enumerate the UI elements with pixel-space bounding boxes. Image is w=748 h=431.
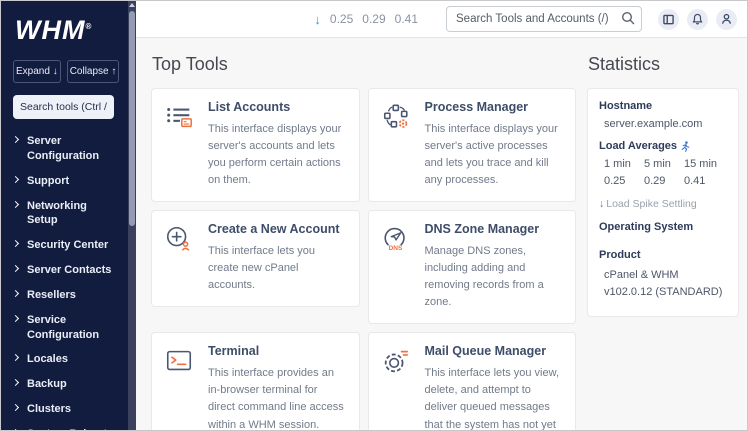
apps-button[interactable] xyxy=(658,9,679,30)
card-title: DNS Zone Manager xyxy=(425,222,564,236)
statistics-card: Hostname server.example.com Load Average… xyxy=(587,88,739,317)
arrow-up-icon: ↑ xyxy=(111,66,116,77)
sidebar-menu: Server Configuration Support Networking … xyxy=(13,129,114,430)
card-list-accounts[interactable]: List Accounts This interface displays yo… xyxy=(151,88,360,202)
apps-icon xyxy=(663,14,674,25)
sidebar-item-locales[interactable]: Locales xyxy=(13,347,114,372)
card-title: Process Manager xyxy=(425,100,564,114)
card-description: Manage DNS zones, including adding and r… xyxy=(425,243,564,311)
main-area: ↓ 0.25 0.29 0.41 xyxy=(136,1,747,430)
card-create-new-account[interactable]: Create a New Account This interface lets… xyxy=(151,210,360,307)
scrollbar-thumb[interactable] xyxy=(129,11,135,226)
load-spike-runner-icon xyxy=(681,141,690,152)
chevron-right-icon xyxy=(12,290,19,297)
card-title: Create a New Account xyxy=(208,222,347,236)
chevron-right-icon xyxy=(12,200,19,207)
card-title: List Accounts xyxy=(208,100,347,114)
svg-text:DNS: DNS xyxy=(388,245,402,252)
top-tools-section: Top Tools List Accounts This interface d… xyxy=(151,48,576,430)
list-accounts-icon xyxy=(164,100,197,189)
card-description: This interface displays your server's ac… xyxy=(425,121,564,189)
chevron-right-icon xyxy=(12,240,19,247)
collapse-button[interactable]: Collapse ↑ xyxy=(67,60,120,83)
sidebar-item-service-configuration[interactable]: Service Configuration xyxy=(13,308,114,348)
whm-logo: WHM® xyxy=(15,15,114,46)
card-title: Terminal xyxy=(208,344,347,358)
load-val-5min: 0.29 xyxy=(644,175,684,192)
notifications-button[interactable] xyxy=(687,9,708,30)
card-process-manager[interactable]: Process Manager This interface displays … xyxy=(368,88,577,202)
statistics-section: Statistics Hostname server.example.com L… xyxy=(587,48,739,317)
sidebar-item-clusters[interactable]: Clusters xyxy=(13,397,114,422)
card-description: This interface displays your server's ac… xyxy=(208,121,347,189)
global-search-input[interactable] xyxy=(446,6,642,32)
top-bar: ↓ 0.25 0.29 0.41 xyxy=(136,1,747,38)
sidebar-item-backup[interactable]: Backup xyxy=(13,372,114,397)
chevron-right-icon xyxy=(12,429,19,430)
load-averages-table: 1 min 5 min 15 min 0.25 0.29 0.41 xyxy=(604,158,727,192)
chevron-right-icon xyxy=(12,176,19,183)
page-content: Top Tools List Accounts This interface d… xyxy=(136,38,747,430)
sidebar-item-server-contacts[interactable]: Server Contacts xyxy=(13,258,114,283)
load-5min: 0.29 xyxy=(362,12,385,26)
statistics-title: Statistics xyxy=(588,54,739,75)
arrow-down-icon: ↓ xyxy=(599,198,604,210)
chevron-right-icon xyxy=(12,265,19,272)
load-averages-label: Load Averages xyxy=(599,140,727,152)
top-tools-title: Top Tools xyxy=(152,54,576,75)
sidebar-item-support[interactable]: Support xyxy=(13,169,114,194)
card-terminal[interactable]: Terminal This interface provides an in-b… xyxy=(151,332,360,430)
chevron-right-icon xyxy=(12,379,19,386)
process-manager-icon xyxy=(381,100,414,189)
arrow-down-icon: ↓ xyxy=(53,66,58,77)
load-col-15min: 15 min xyxy=(684,158,724,175)
load-15min: 0.41 xyxy=(395,12,418,26)
scrollbar-up-arrow-icon[interactable] xyxy=(129,3,135,7)
chevron-right-icon xyxy=(12,315,19,322)
dns-zone-manager-icon: DNS xyxy=(381,222,414,311)
product-value: cPanel & WHM v102.0.12 (STANDARD) xyxy=(604,267,727,300)
chevron-right-icon xyxy=(12,136,19,143)
card-mail-queue-manager[interactable]: Mail Queue Manager This interface lets y… xyxy=(368,332,577,430)
card-description: This interface provides an in-browser te… xyxy=(208,365,347,430)
load-val-15min: 0.41 xyxy=(684,175,724,192)
user-icon xyxy=(721,13,732,25)
chevron-right-icon xyxy=(12,404,19,411)
load-col-1min: 1 min xyxy=(604,158,644,175)
operating-system-label: Operating System xyxy=(599,221,727,233)
sidebar-item-system-reboot[interactable]: System Reboot xyxy=(13,422,114,430)
sidebar-item-networking-setup[interactable]: Networking Setup xyxy=(13,194,114,234)
load-spike-settling-link[interactable]: ↓ Load Spike Settling xyxy=(599,198,727,210)
terminal-icon xyxy=(164,344,197,430)
sidebar-scrollbar[interactable] xyxy=(128,1,136,430)
card-description: This interface lets you view, delete, an… xyxy=(425,365,564,430)
load-col-5min: 5 min xyxy=(644,158,684,175)
sidebar-search-input[interactable] xyxy=(13,95,114,119)
card-dns-zone-manager[interactable]: DNS DNS Zone Manager Manage DNS zones, i… xyxy=(368,210,577,324)
search-icon xyxy=(621,11,635,25)
create-account-icon xyxy=(164,222,197,294)
sidebar-item-resellers[interactable]: Resellers xyxy=(13,283,114,308)
sidebar-item-security-center[interactable]: Security Center xyxy=(13,233,114,258)
header-load-averages: ↓ 0.25 0.29 0.41 xyxy=(314,12,418,27)
sidebar-item-server-configuration[interactable]: Server Configuration xyxy=(13,129,114,169)
product-label: Product xyxy=(599,249,727,261)
load-1min: 0.25 xyxy=(330,12,353,26)
card-description: This interface lets you create new cPane… xyxy=(208,243,347,294)
chevron-right-icon xyxy=(12,354,19,361)
load-trend-down-icon: ↓ xyxy=(314,12,321,27)
expand-button[interactable]: Expand ↓ xyxy=(13,60,61,83)
hostname-value: server.example.com xyxy=(604,118,727,130)
bell-icon xyxy=(692,13,703,25)
load-val-1min: 0.25 xyxy=(604,175,644,192)
hostname-label: Hostname xyxy=(599,100,727,112)
sidebar: WHM® Expand ↓ Collapse ↑ Server Configur… xyxy=(1,1,136,430)
whm-window: WHM® Expand ↓ Collapse ↑ Server Configur… xyxy=(0,0,748,431)
user-button[interactable] xyxy=(716,9,737,30)
card-title: Mail Queue Manager xyxy=(425,344,564,358)
mail-queue-manager-icon xyxy=(381,344,414,430)
